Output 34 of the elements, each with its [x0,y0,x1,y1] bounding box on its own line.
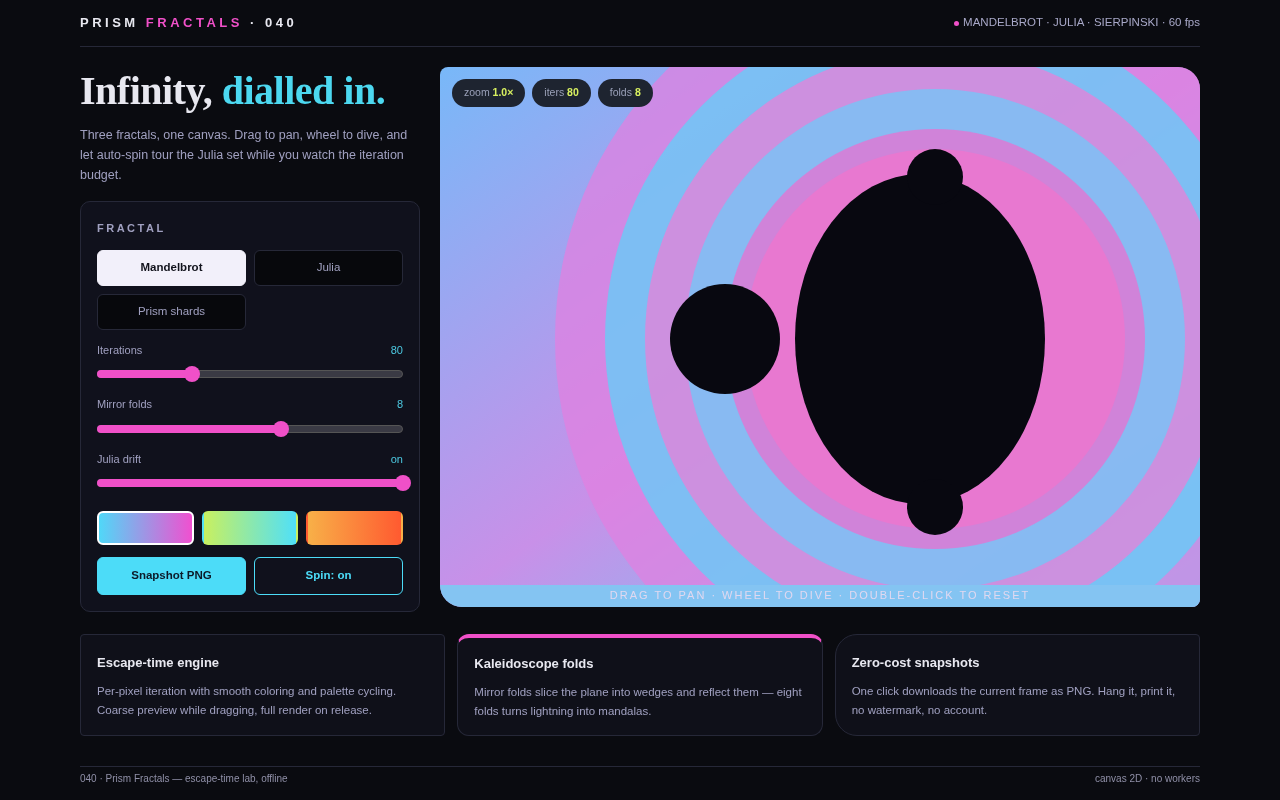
hero-title: Infinity, dialled in. [80,69,387,113]
snapshot-button[interactable]: Snapshot PNG [97,557,246,595]
slider-thumb[interactable] [272,420,289,437]
slider-label: Iterations [97,342,143,358]
palette-swatch[interactable] [201,511,299,545]
footer-meta: canvas 2D · no workers [1094,772,1200,785]
footer-text: 040 · Prism Fractals — escape-time lab, offline [80,772,288,785]
card-title: Kaleidoscope folds [474,655,595,673]
brand-logo[interactable]: PRISM FRACTALS · 040 [80,13,298,33]
slider-value: on [390,451,403,467]
panel-heading: FRACTAL [97,221,167,236]
card-title: Escape-time engine [97,654,221,672]
stat-chip: iters 80 [532,79,591,107]
spin-button[interactable]: Spin: on [254,557,403,595]
card-title: Zero-cost snapshots [851,654,981,672]
slider-label: Julia drift [97,451,142,467]
fractal-toggle[interactable]: Prism shards [97,293,246,330]
hero-description: Three fractals, one canvas. Drag to pan, wheel to dive, and let auto-spin tour the Julia set while you watch the iteration budget. [80,127,409,184]
status-text: MANDELBROT · JULIA · SIERPINSKI · 60 fps [963,15,1200,31]
fractal-toggle[interactable]: Julia [254,249,403,286]
card-text: Per-pixel iteration with smooth coloring and palette cycling. Coarse preview while dragging, full render on release. [97,683,398,718]
palette-swatch[interactable] [306,511,403,545]
slider-value: 80 [390,342,403,358]
card-text: One click downloads the current frame as PNG. Hang it, print it, no watermark, no account. [851,683,1177,718]
slider-thumb[interactable] [395,475,411,491]
slider-label: Mirror folds [97,397,152,412]
stat-chip: zoom 1.0× [452,79,526,107]
canvas-hint: DRAG TO PAN · WHEEL TO DIVE · DOUBLE-CLICK TO RESET [608,587,1032,603]
slider-value: 8 [396,397,403,412]
stat-chip: folds 8 [597,79,653,107]
slider-thumb[interactable] [183,366,200,382]
palette-swatch[interactable] [97,511,194,545]
fractal-toggle[interactable]: Mandelbrot [97,249,246,286]
card-text: Mirror folds slice the plane into wedges and reflect them — eight folds turns lightning into mandalas. [474,684,803,719]
